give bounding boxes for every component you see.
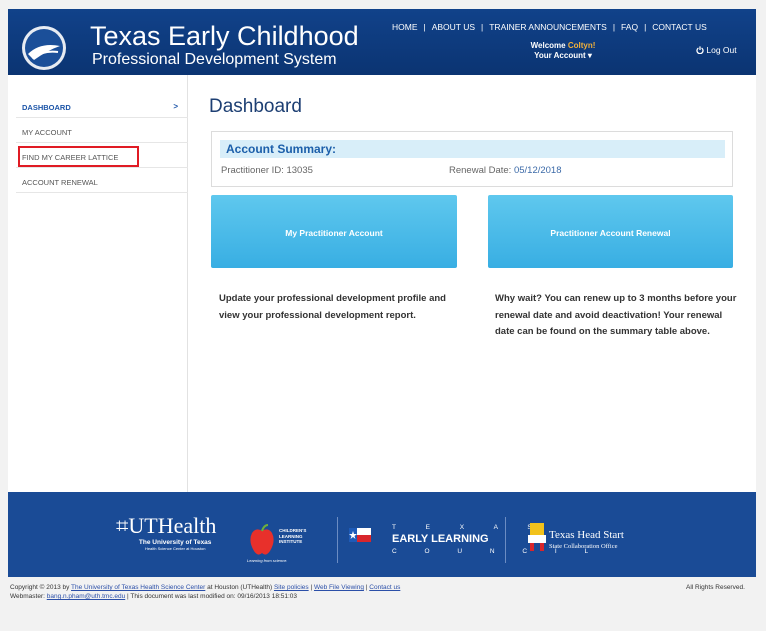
renewal-date: Renewal Date: 05/12/2018 xyxy=(449,165,562,176)
cli-line: INSTITUTE xyxy=(279,539,303,544)
head-start-icon[interactable] xyxy=(528,523,546,551)
nav-faq[interactable]: FAQ xyxy=(621,22,638,32)
uthealth-logo[interactable]: ⌗UTHealth The University of Texas Health… xyxy=(116,513,216,551)
account-summary-heading: Account Summary: xyxy=(220,140,725,158)
chevron-right-icon: > xyxy=(173,102,178,111)
uthealth-subtitle: The University of Texas xyxy=(138,539,212,546)
footer-divider xyxy=(505,517,506,563)
practitioner-id: Practitioner ID: 13035 xyxy=(221,165,313,176)
nav-trainer-announcements[interactable]: TRAINER ANNOUNCEMENTS xyxy=(489,22,607,32)
your-account-dropdown[interactable]: Your Account ▾ xyxy=(528,51,598,60)
nav-separator: | xyxy=(644,22,647,32)
welcome-user-name: Coltyn! xyxy=(567,41,596,50)
texas-logo-icon[interactable] xyxy=(20,24,68,72)
telc-early-learning[interactable]: EARLY LEARNING xyxy=(392,533,489,545)
texas-flag-star-icon[interactable] xyxy=(348,522,374,548)
welcome-text: Welcome Coltyn! xyxy=(528,41,598,50)
caret-down-icon[interactable]: ▾ xyxy=(588,51,592,60)
logout-button[interactable]: Log Out xyxy=(696,45,737,55)
my-practitioner-account-button[interactable]: My Practitioner Account xyxy=(211,195,457,268)
nav-separator: | xyxy=(423,22,426,32)
practitioner-account-description: Update your professional development pro… xyxy=(219,293,446,321)
uthealth-name-text[interactable]: UTHealth xyxy=(128,513,216,538)
head-start-subtitle: State Collaboration Office xyxy=(549,543,618,550)
page-title: Dashboard xyxy=(209,96,302,117)
last-modified: | This document was last modified on: 09… xyxy=(125,593,298,600)
page: Texas Early Childhood Professional Devel… xyxy=(0,0,766,631)
top-nav: HOME | ABOUT US | TRAINER ANNOUNCEMENTS | FAQ |… xyxy=(392,22,707,32)
copyright-line: Copyright © 2013 by The University of Te… xyxy=(10,584,400,591)
site-subtitle: Professional Development System xyxy=(92,51,337,68)
renewal-date-value: 05/12/2018 xyxy=(513,165,562,176)
main-content: DASHBOARD > MY ACCOUNT FIND MY CAREER LA… xyxy=(8,75,756,492)
webmaster-email-link[interactable]: bang.n.pham@uth.tmc.edu xyxy=(47,593,126,600)
sidebar-item-my-account[interactable]: MY ACCOUNT xyxy=(16,121,188,143)
nav-separator: | xyxy=(481,22,484,32)
sidebar: DASHBOARD > MY ACCOUNT FIND MY CAREER LA… xyxy=(8,75,188,492)
copyright-mid: at Houston (UTHealth) xyxy=(205,584,274,591)
nav-about-us[interactable]: ABOUT US xyxy=(432,22,475,32)
highlight-box xyxy=(18,146,139,167)
site-header: Texas Early Childhood Professional Devel… xyxy=(8,9,756,75)
nav-separator: | xyxy=(612,22,616,32)
account-renewal-description: Why wait? You can renew up to 3 months b… xyxy=(495,293,737,337)
sidebar-item-account-renewal[interactable]: ACCOUNT RENEWAL xyxy=(16,171,188,193)
cli-name: CHILDREN'S LEARNING INSTITUTE xyxy=(279,528,306,545)
web-file-viewing-link[interactable]: Web File Viewing xyxy=(314,584,364,591)
uthealth-name[interactable]: ⌗UTHealth xyxy=(116,513,216,539)
copyright-prefix: Copyright © 2013 by xyxy=(10,584,72,591)
power-icon[interactable] xyxy=(696,46,704,55)
footer-divider xyxy=(337,517,338,563)
all-rights-reserved: All Rights Reserved. xyxy=(686,584,745,591)
logout-label[interactable]: Log Out xyxy=(706,45,736,55)
cli-line: CHILDREN'S xyxy=(279,528,307,533)
cross-icon: ⌗ xyxy=(116,513,129,538)
your-account-label[interactable]: Your Account xyxy=(534,51,586,60)
nav-home[interactable]: HOME xyxy=(392,22,418,32)
webmaster-prefix: Webmaster: xyxy=(10,593,47,600)
site-title[interactable]: Texas Early Childhood xyxy=(90,21,359,52)
renewal-date-label: Renewal Date: xyxy=(449,165,514,176)
contact-us-link[interactable]: Contact us xyxy=(369,584,400,591)
sidebar-item-dashboard[interactable]: DASHBOARD > xyxy=(16,96,188,118)
uthealth-link[interactable]: The University of Texas Health Science C… xyxy=(71,584,205,591)
sidebar-item-label[interactable]: MY ACCOUNT xyxy=(22,128,72,137)
account-summary-panel: Account Summary: Practitioner ID: 13035 … xyxy=(211,131,733,187)
welcome-prefix: Welcome xyxy=(530,41,568,50)
footer-logos: ⌗UTHealth The University of Texas Health… xyxy=(8,492,756,577)
sidebar-item-label[interactable]: DASHBOARD xyxy=(22,103,71,112)
head-start-title[interactable]: Texas Head Start xyxy=(549,529,624,541)
webmaster-line: Webmaster: bang.n.pham@uth.tmc.edu | Thi… xyxy=(10,593,297,600)
sidebar-item-label[interactable]: ACCOUNT RENEWAL xyxy=(22,178,98,187)
telc-texas: T E X A S xyxy=(392,524,546,531)
practitioner-account-renewal-button[interactable]: Practitioner Account Renewal xyxy=(488,195,733,268)
cli-tagline: Learning from science. xyxy=(247,558,288,563)
uthealth-subtitle-2: Health Science Center at Houston xyxy=(144,546,206,551)
site-policies-link[interactable]: Site policies xyxy=(274,584,309,591)
nav-contact-us[interactable]: CONTACT US xyxy=(652,22,706,32)
